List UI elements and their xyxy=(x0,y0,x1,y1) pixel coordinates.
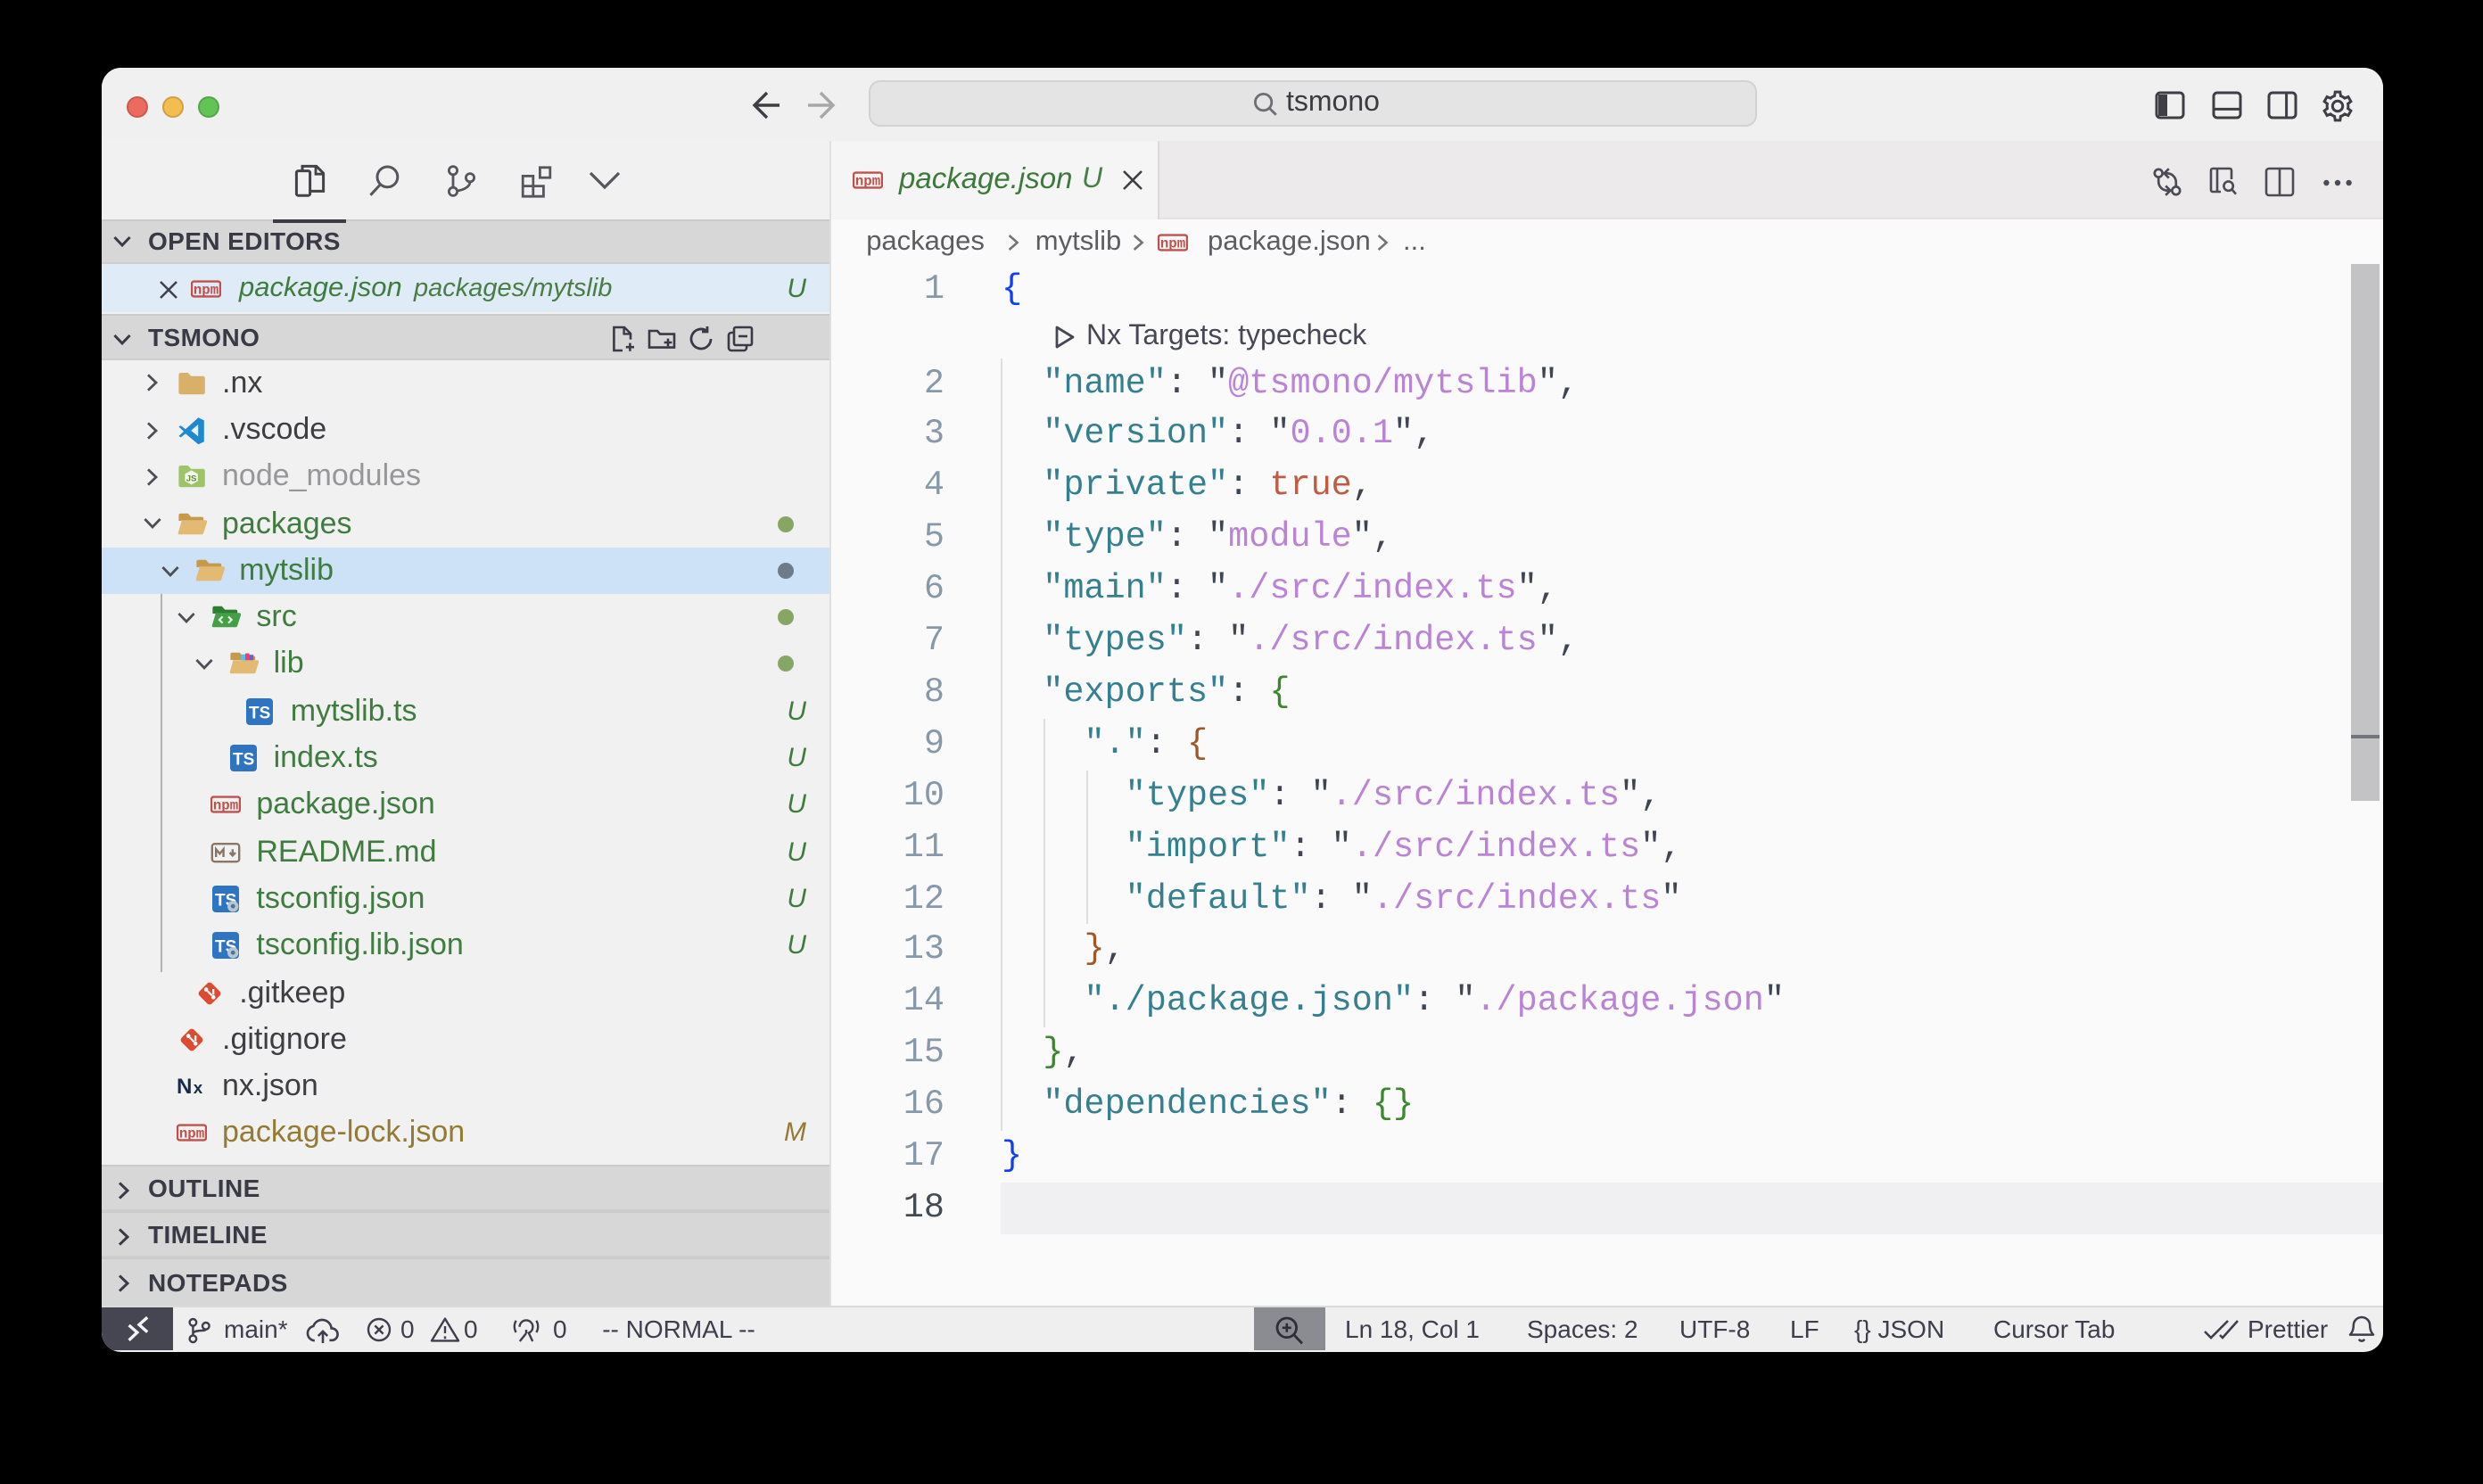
svg-text:npm: npm xyxy=(1160,235,1185,251)
svg-text:npm: npm xyxy=(179,1127,204,1142)
svg-text:x: x xyxy=(194,1078,203,1097)
svg-text:TS: TS xyxy=(233,751,254,770)
svg-text:npm: npm xyxy=(194,283,219,298)
svg-text:npm: npm xyxy=(855,174,880,189)
svg-text:N: N xyxy=(177,1075,192,1099)
svg-text:npm: npm xyxy=(213,798,238,813)
svg-text:JS: JS xyxy=(186,474,197,484)
svg-text:TS: TS xyxy=(250,704,271,722)
